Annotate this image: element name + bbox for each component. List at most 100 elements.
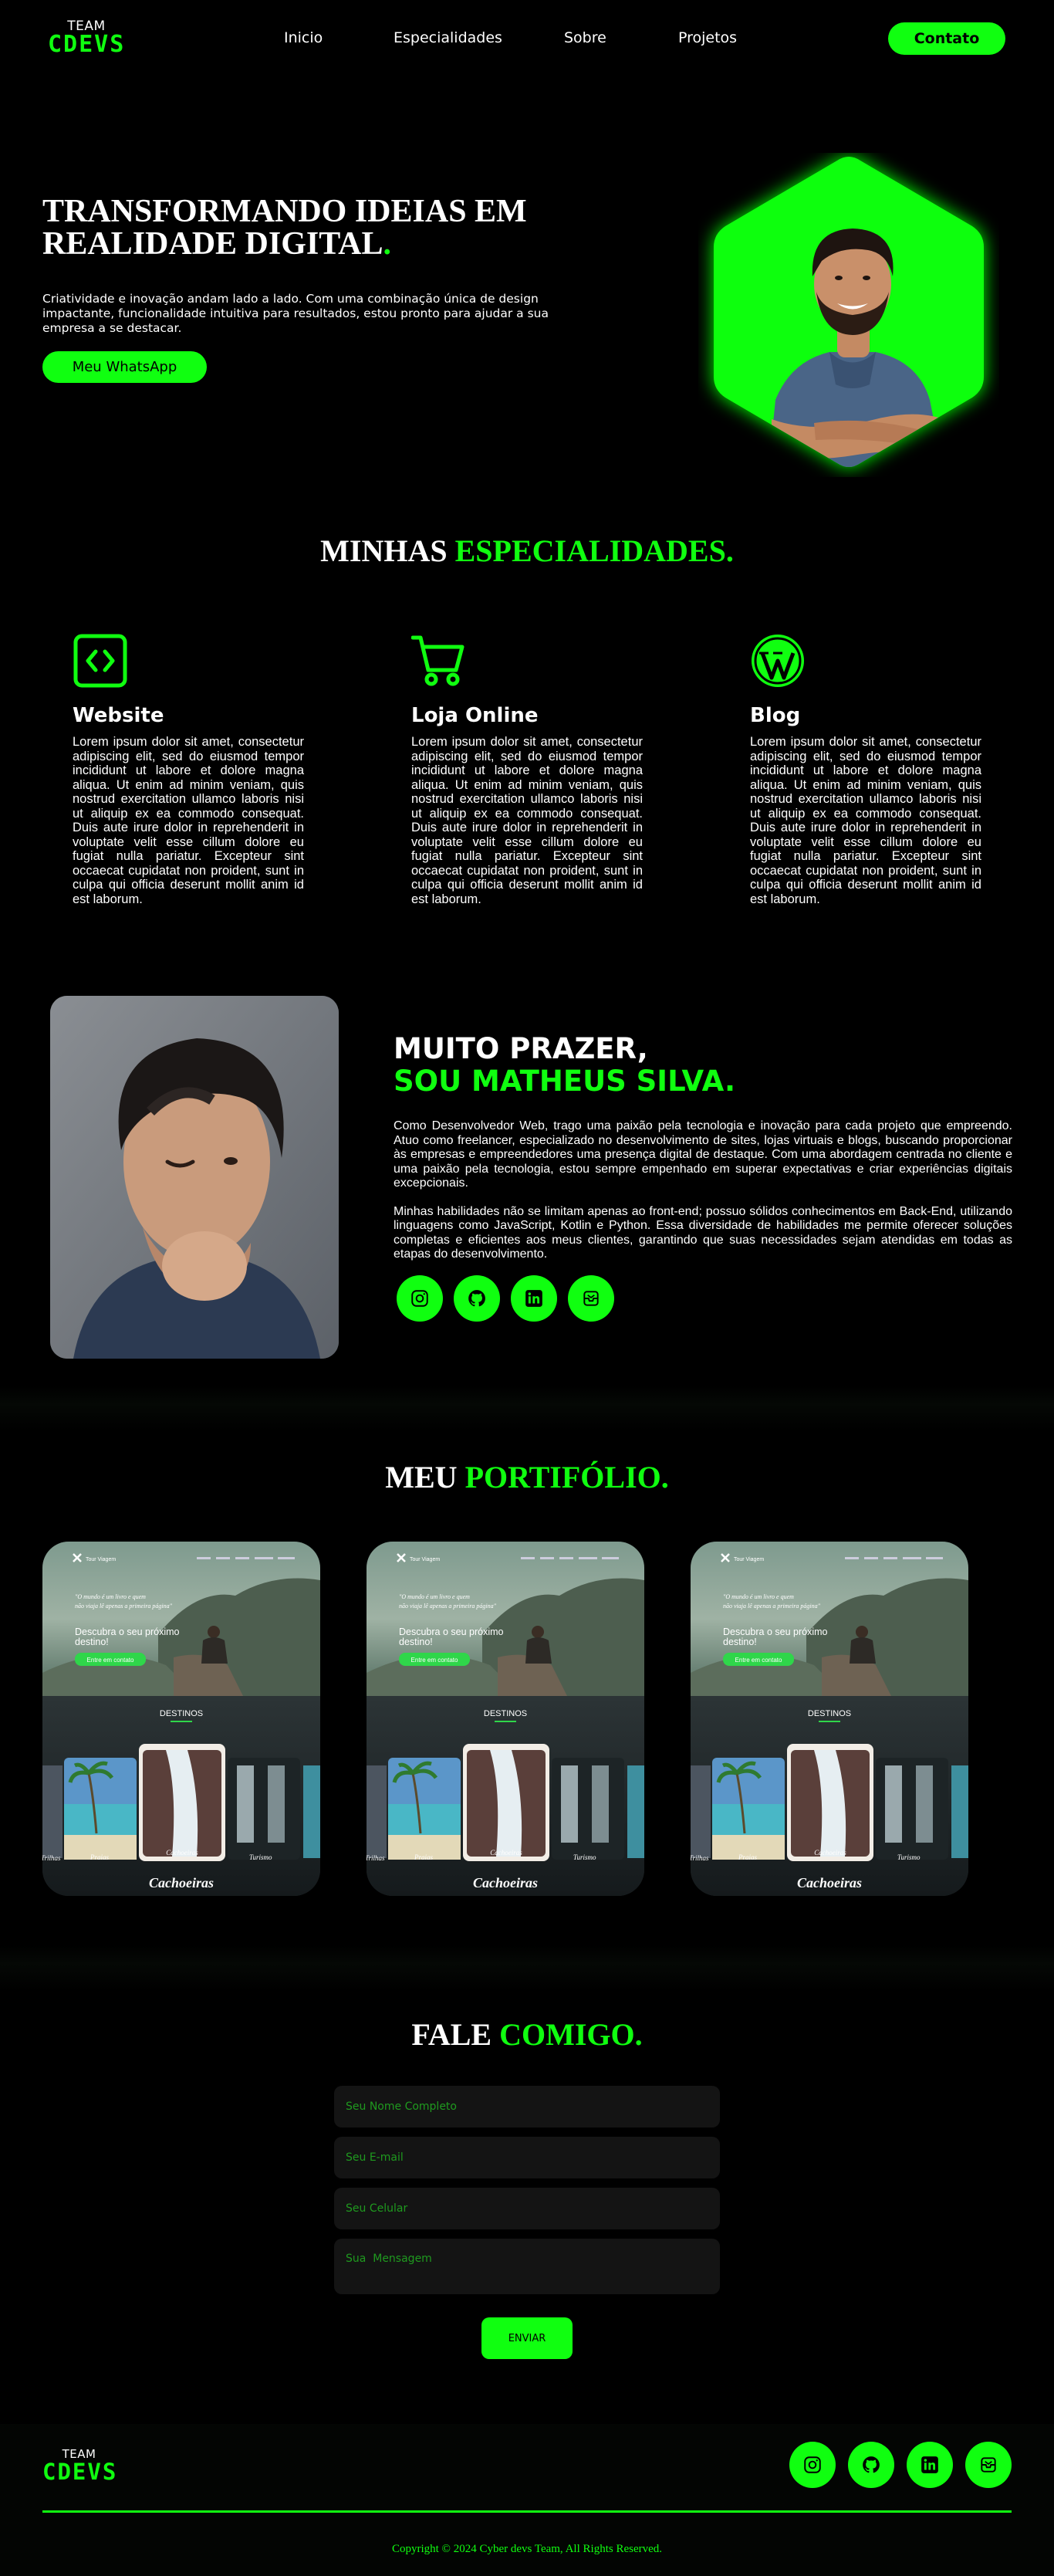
footer-social-links: [789, 2442, 1012, 2488]
contact-title-white: FALE: [411, 2017, 492, 2052]
portfolio-title: MEU PORTIFÓLIO.: [0, 1459, 1054, 1495]
whatsapp-button[interactable]: Meu WhatsApp: [42, 351, 207, 383]
wordpress-icon: [750, 633, 806, 689]
copyright-text: Copyright © 2024 Cyber devs Team, All Ri…: [391, 2543, 663, 2555]
preview-tile-label: Trilhas: [42, 1854, 61, 1862]
preview-caption: Cachoeiras: [149, 1875, 214, 1891]
specialties-title-green: ESPECIALIDADES.: [454, 533, 734, 568]
preview-brand: Tour Viagem: [410, 1557, 440, 1562]
contato-button[interactable]: Contato: [888, 22, 1005, 55]
specialties-title: MINHAS ESPECIALIDADES.: [0, 533, 1054, 569]
logo-cdevs-text: CDEVS: [48, 31, 126, 58]
mail-icon: [981, 2457, 996, 2473]
preview-tile-label: Praias: [90, 1853, 110, 1861]
preview-headline: Descubra o seu próximo: [399, 1627, 504, 1637]
portfolio-card[interactable]: Tour Viagem "O mundo é um livro e quem n…: [42, 1542, 320, 1896]
cart-icon: [410, 633, 467, 689]
instagram-icon: [411, 1290, 428, 1307]
email-field[interactable]: [334, 2137, 720, 2178]
name-field[interactable]: [334, 2086, 720, 2127]
preview-tile-label: Trilhas: [367, 1854, 385, 1862]
portfolio-title-white: MEU: [385, 1460, 458, 1494]
preview-tile-label: Cachoeiras: [814, 1849, 846, 1857]
footer-logo[interactable]: TEAM CDEVS: [42, 2447, 127, 2483]
instagram-button[interactable]: [789, 2442, 836, 2488]
footer-logo-cdevs-text: CDEVS: [42, 2459, 118, 2485]
specialty-card-blog: Blog Lorem ipsum dolor sit amet, consect…: [750, 633, 981, 906]
hero-title-line1: TRANSFORMANDO IDEIAS EM: [42, 194, 527, 229]
preview-tile-label: Turismo: [249, 1853, 272, 1861]
preview-tile-label: Turismo: [897, 1853, 921, 1861]
preview-quote: não viaja lê apenas a primeira página": [399, 1603, 497, 1610]
linkedin-button[interactable]: [511, 1275, 557, 1322]
nav-link-especialidades[interactable]: Especialidades: [394, 29, 502, 46]
preview-tile-label: Cachoeiras: [166, 1849, 198, 1857]
about-social-links: [397, 1275, 614, 1322]
phone-field[interactable]: [334, 2188, 720, 2229]
github-icon: [468, 1290, 485, 1307]
preview-section-title: DESTINOS: [808, 1709, 851, 1718]
hero-title-dot: .: [383, 226, 391, 262]
preview-tile-label: Turismo: [573, 1853, 596, 1861]
nav-link-inicio[interactable]: Inicio: [284, 29, 323, 46]
specialty-title: Loja Online: [411, 704, 539, 727]
enviar-button[interactable]: ENVIAR: [481, 2317, 573, 2359]
preview-headline: destino!: [399, 1637, 433, 1647]
preview-quote: "O mundo é um livro e quem: [75, 1593, 146, 1600]
logo[interactable]: TEAM CDEVS: [48, 19, 133, 56]
preview-tile-label: Praias: [738, 1853, 758, 1861]
specialty-title: Blog: [750, 704, 801, 727]
preview-section-title: DESTINOS: [484, 1709, 527, 1718]
linkedin-icon: [525, 1290, 542, 1307]
preview-quote: "O mundo é um livro e quem: [399, 1593, 470, 1600]
preview-brand: Tour Viagem: [86, 1557, 116, 1562]
footer-divider: [42, 2510, 1012, 2513]
nav-link-projetos[interactable]: Projetos: [678, 29, 737, 46]
navbar: TEAM CDEVS Inicio Especialidades Sobre P…: [0, 0, 1054, 77]
preview-button: Entre em contato: [735, 1657, 782, 1664]
portfolio-card[interactable]: Tour Viagem "O mundo é um livro e quem n…: [367, 1542, 644, 1896]
about-title: MUITO PRAZER, SOU MATHEUS SILVA.: [394, 1033, 735, 1098]
hero-title: TRANSFORMANDO IDEIAS EM REALIDADE DIGITA…: [42, 195, 527, 260]
preview-headline: Descubra o seu próximo: [75, 1627, 180, 1637]
portfolio-preview: Tour Viagem "O mundo é um livro e quem n…: [42, 1542, 320, 1896]
about-paragraph-1: Como Desenvolvedor Web, trago uma paixão…: [394, 1119, 1012, 1190]
about-photo: [50, 996, 339, 1359]
preview-quote: não viaja lê apenas a primeira página": [75, 1603, 173, 1610]
github-icon: [863, 2456, 880, 2473]
linkedin-icon: [921, 2456, 938, 2473]
preview-section-title: DESTINOS: [160, 1709, 203, 1718]
preview-caption: Cachoeiras: [797, 1875, 862, 1891]
specialty-title: Website: [73, 704, 164, 727]
mail-button[interactable]: [965, 2442, 1012, 2488]
preview-caption: Cachoeiras: [473, 1875, 538, 1891]
preview-tile-label: Trilhas: [691, 1854, 709, 1862]
mail-icon: [583, 1291, 599, 1306]
github-button[interactable]: [848, 2442, 894, 2488]
portfolio-preview: Tour Viagem "O mundo é um livro e quem n…: [367, 1542, 644, 1896]
portfolio-preview: Tour Viagem "O mundo é um livro e quem n…: [691, 1542, 968, 1896]
github-button[interactable]: [454, 1275, 500, 1322]
preview-button: Entre em contato: [87, 1657, 134, 1664]
message-field[interactable]: [334, 2239, 720, 2294]
about-paragraph-2: Minhas habilidades não se limitam apenas…: [394, 1204, 1012, 1261]
contact-title-green: COMIGO.: [499, 2017, 643, 2052]
preview-quote: "O mundo é um livro e quem: [723, 1593, 794, 1600]
hero-title-line2: REALIDADE DIGITAL: [42, 226, 383, 262]
section-divider: [0, 1386, 1054, 1432]
portfolio-title-green: PORTIFÓLIO.: [465, 1460, 669, 1494]
instagram-icon: [804, 2456, 821, 2473]
hero-portrait: [698, 153, 999, 477]
portfolio-card[interactable]: Tour Viagem "O mundo é um livro e quem n…: [691, 1542, 968, 1896]
nav-link-sobre[interactable]: Sobre: [564, 29, 606, 46]
linkedin-button[interactable]: [907, 2442, 953, 2488]
mail-button[interactable]: [568, 1275, 614, 1322]
about-text: Como Desenvolvedor Web, trago uma paixão…: [394, 1119, 1012, 1262]
specialty-text: Lorem ipsum dolor sit amet, consectetur …: [73, 735, 304, 906]
about-title-line1: MUITO PRAZER,: [394, 1032, 648, 1065]
specialties-title-white: MINHAS: [320, 533, 448, 568]
instagram-button[interactable]: [397, 1275, 443, 1322]
preview-headline: destino!: [723, 1637, 757, 1647]
preview-tile-label: Cachoeiras: [490, 1849, 522, 1857]
hero-subtitle: Criatividade e inovação andam lado a lad…: [42, 292, 549, 335]
